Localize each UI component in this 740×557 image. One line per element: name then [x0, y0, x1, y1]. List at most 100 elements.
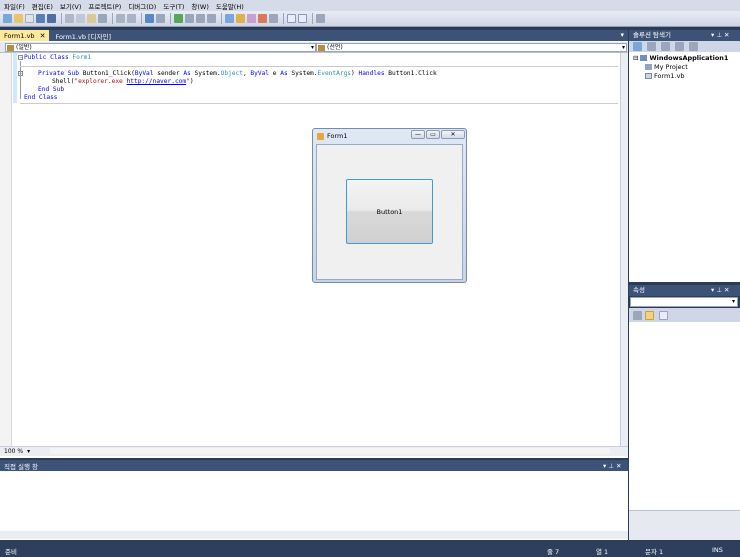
categorized-icon[interactable]: [633, 311, 642, 320]
add-item-icon[interactable]: [25, 14, 34, 23]
pane-controls[interactable]: ▾ ⊥ ✕: [711, 30, 730, 41]
properties-grid[interactable]: [629, 322, 740, 510]
tree-item-solution-root[interactable]: ⊟ WindowsApplication1: [633, 54, 728, 62]
project-icon: [640, 55, 648, 61]
properties-icon[interactable]: [633, 42, 642, 51]
new-project-icon[interactable]: [3, 14, 12, 23]
properties-object-combo[interactable]: ▾: [630, 297, 738, 307]
properties-title: 속성: [633, 286, 645, 294]
status-bar: 준비 줄 7 열 1 문자 1 INS: [0, 541, 740, 557]
tab-form1-designer[interactable]: Form1.vb [디자인]: [51, 30, 115, 41]
editor-gutter: [0, 53, 12, 446]
pane-controls[interactable]: ▾ ⊥ ✕: [711, 285, 730, 296]
immediate-window-title: 직접 실행 창: [4, 462, 39, 471]
tab-dropdown-icon[interactable]: ▾: [620, 31, 624, 39]
zoom-level[interactable]: 100 %: [4, 448, 23, 455]
my-project-icon: [645, 64, 652, 70]
class-name-combo[interactable]: (일반) ▾: [5, 43, 316, 52]
tree-item-my-project[interactable]: My Project: [645, 63, 688, 71]
copy-icon[interactable]: [76, 14, 85, 23]
menu-edit[interactable]: 편집(E): [32, 1, 53, 11]
editor-vertical-scrollbar[interactable]: [620, 53, 628, 446]
step-into-icon[interactable]: [185, 14, 194, 23]
save-icon[interactable]: [36, 14, 45, 23]
uncomment-icon[interactable]: [127, 14, 136, 23]
window-layout-icon[interactable]: [287, 14, 296, 23]
class-combo-value: (일반): [16, 44, 32, 51]
properties-icon[interactable]: [236, 14, 245, 23]
tree-item-label: Form1.vb: [654, 72, 685, 80]
chevron-down-icon[interactable]: ▾: [27, 448, 30, 455]
view-designer-icon[interactable]: [689, 42, 698, 51]
menu-tools[interactable]: 도구(T): [163, 1, 184, 11]
tab-form1-code[interactable]: Form1.vb ✕: [0, 30, 50, 41]
menu-debug[interactable]: 디버그(D): [128, 1, 156, 11]
chevron-down-icon: ▾: [310, 44, 314, 51]
editor-horizontal-scrollbar[interactable]: [50, 448, 610, 454]
immediate-window-scrollbar[interactable]: [0, 531, 628, 539]
step-over-icon[interactable]: [196, 14, 205, 23]
toolbar-separator: [141, 13, 142, 24]
start-page-icon[interactable]: [269, 14, 278, 23]
paste-icon[interactable]: [87, 14, 96, 23]
toolbox-icon[interactable]: [258, 14, 267, 23]
open-folder-icon[interactable]: [14, 14, 23, 23]
cut-icon[interactable]: [65, 14, 74, 23]
tab-label: Form1.vb: [4, 31, 35, 40]
start-debug-icon[interactable]: [174, 14, 183, 23]
save-all-icon[interactable]: [47, 14, 56, 23]
immediate-window-body[interactable]: [0, 471, 628, 540]
close-icon[interactable]: ✕: [40, 32, 46, 40]
minimize-button[interactable]: —: [411, 130, 425, 139]
form-client-area: Button1: [316, 144, 463, 280]
menu-help[interactable]: 도움말(H): [216, 1, 244, 11]
menu-view[interactable]: 보기(V): [60, 1, 81, 11]
tree-item-form1[interactable]: Form1.vb: [645, 72, 685, 80]
solution-explorer-tree: ⊟ WindowsApplication1 My Project Form1.v…: [629, 52, 740, 282]
collapse-icon[interactable]: −: [18, 55, 23, 60]
toolbar-options-icon[interactable]: [316, 14, 325, 23]
class-icon: [7, 45, 14, 51]
menu-project[interactable]: 프로젝트(P): [88, 1, 121, 11]
status-text: 준비: [5, 548, 17, 556]
document-tab-strip: Form1.vb ✕ Form1.vb [디자인]: [0, 30, 628, 41]
standard-toolbar: [0, 11, 740, 27]
collapse-icon[interactable]: ⊟: [633, 54, 638, 62]
menu-window[interactable]: 창(W): [191, 1, 208, 11]
properties-header: 속성 ▾ ⊥ ✕: [629, 285, 740, 296]
menu-bar: 파일(F) 편집(E) 보기(V) 프로젝트(P) 디버그(D) 도구(T) 창…: [0, 0, 740, 11]
maximize-button[interactable]: ▭: [426, 130, 440, 139]
tab-label: Form1.vb [디자인]: [55, 32, 112, 41]
refresh-icon[interactable]: [661, 42, 670, 51]
object-browser-icon[interactable]: [247, 14, 256, 23]
solution-explorer-icon[interactable]: [225, 14, 234, 23]
alphabetical-icon[interactable]: [645, 311, 654, 320]
code-navigation-bar: (일반) ▾ (선언) ▾: [0, 42, 628, 53]
method-name-combo[interactable]: (선언) ▾: [316, 43, 627, 52]
status-line: 줄 7: [547, 548, 560, 556]
code-editor[interactable]: − − Public Class Form1 Private Sub Butto…: [0, 53, 620, 446]
undo-icon[interactable]: [145, 14, 154, 23]
form-file-icon: [645, 73, 652, 79]
running-form-window: Form1 — ▭ ✕ Button1: [312, 128, 467, 283]
code-line-3: Shell("explorer.exe http://naver.com"): [52, 78, 194, 85]
redo-icon[interactable]: [156, 14, 165, 23]
close-button[interactable]: ✕: [441, 130, 465, 139]
property-pages-icon[interactable]: [659, 311, 668, 320]
menu-file[interactable]: 파일(F): [4, 1, 25, 11]
form-title: Form1: [327, 132, 348, 140]
toolbar-separator: [112, 13, 113, 24]
toolbar-separator: [283, 13, 284, 24]
properties-toolbar: [629, 308, 740, 322]
find-icon[interactable]: [98, 14, 107, 23]
window-layout-2-icon[interactable]: [298, 14, 307, 23]
code-line-2: Private Sub Button1_Click(ByVal sender A…: [38, 70, 437, 77]
comment-icon[interactable]: [116, 14, 125, 23]
chevron-down-icon: ▾: [731, 298, 735, 305]
show-all-files-icon[interactable]: [647, 42, 656, 51]
view-code-icon[interactable]: [675, 42, 684, 51]
step-out-icon[interactable]: [207, 14, 216, 23]
pane-controls[interactable]: ▾ ⊥ ✕: [603, 462, 622, 470]
button1[interactable]: Button1: [346, 179, 433, 244]
method-combo-value: (선언): [327, 44, 343, 51]
